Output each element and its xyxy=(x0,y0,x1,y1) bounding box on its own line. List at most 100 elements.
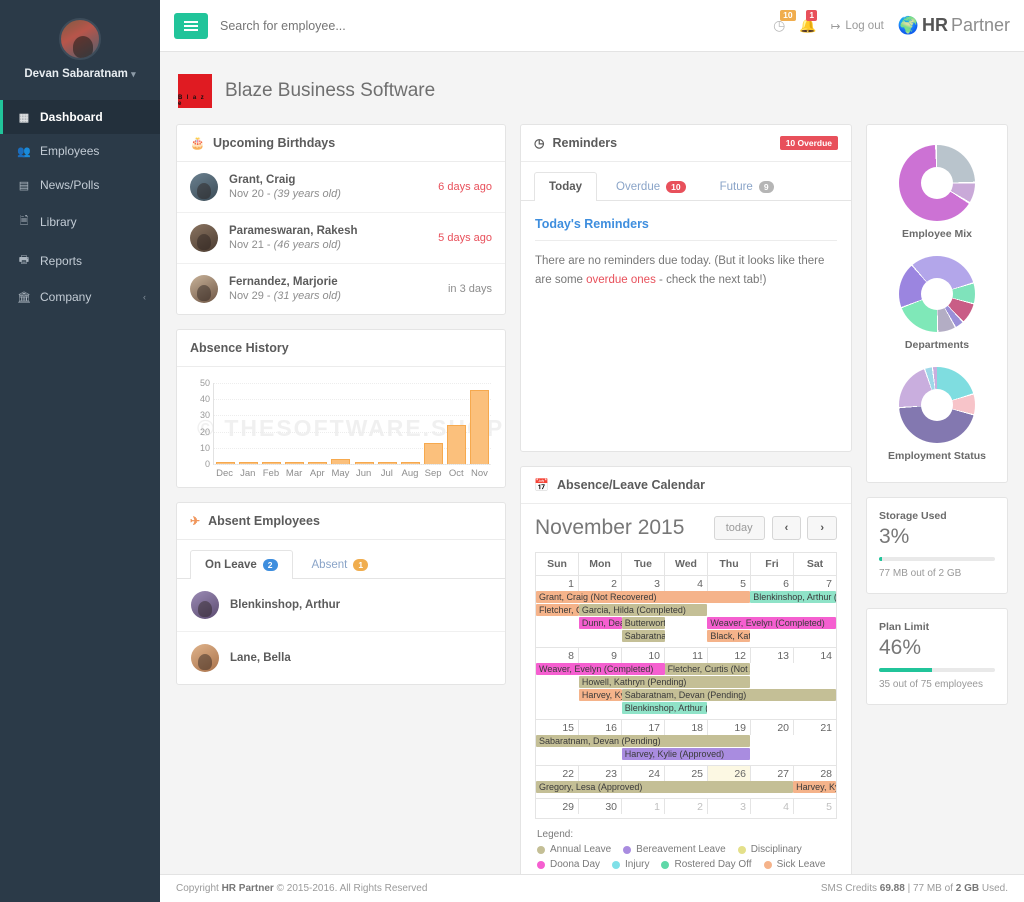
calendar-day-cell[interactable]: 6 xyxy=(751,576,794,591)
calendar-today-button[interactable]: today xyxy=(714,516,765,540)
calendar-day-cell[interactable]: 14 xyxy=(794,648,836,663)
absent-row[interactable]: Blenkinshop, Arthur xyxy=(177,579,505,632)
calendar-day-cell[interactable]: 24 xyxy=(622,766,665,781)
chart-bar[interactable] xyxy=(216,462,235,464)
sidebar-item-reports[interactable]: 🖶Reports xyxy=(0,241,160,280)
calendar-event[interactable]: Howell, Kathryn (Pending) xyxy=(579,676,750,688)
birthday-row[interactable]: Fernandez, MarjorieNov 29 - (31 years ol… xyxy=(177,264,505,314)
calendar-event[interactable]: Harvey, Kylie (Approved) xyxy=(622,748,751,760)
calendar-event[interactable]: Black, Katr xyxy=(707,630,750,642)
tab-future[interactable]: Future9 xyxy=(705,172,789,201)
birthday-row[interactable]: Grant, CraigNov 20 - (39 years old)6 day… xyxy=(177,162,505,213)
calendar-event[interactable]: Butterwort xyxy=(622,617,665,629)
calendar-day-cell[interactable]: 3 xyxy=(622,576,665,591)
calendar-day-cell[interactable]: 28 xyxy=(794,766,836,781)
calendar-event[interactable]: Dunn, Dea xyxy=(579,617,622,629)
calendar-day-cell[interactable]: 23 xyxy=(579,766,622,781)
calendar-event[interactable]: Harvey, Ky xyxy=(579,689,622,701)
calendar-day-cell[interactable]: 7 xyxy=(794,576,836,591)
calendar-event[interactable]: Sabaratnar xyxy=(622,630,665,642)
sidebar-item-library[interactable]: 🗎Library xyxy=(0,202,160,241)
chart-bar[interactable] xyxy=(378,462,397,464)
legend-label: Disciplinary xyxy=(751,844,802,855)
calendar-day-cell[interactable]: 9 xyxy=(579,648,622,663)
calendar-next-button[interactable]: › xyxy=(807,516,837,540)
calendar-day-cell[interactable]: 12 xyxy=(708,648,751,663)
tab-today[interactable]: Today xyxy=(534,172,597,201)
calendar-event[interactable]: Blenkinshop, Arthur (C xyxy=(622,702,708,714)
calendar-day-cell[interactable]: 16 xyxy=(579,720,622,735)
sidebar-item-employees[interactable]: 👥Employees xyxy=(0,134,160,168)
calendar-event[interactable]: Fletcher, C xyxy=(536,604,579,616)
donut-chart[interactable]: Departments xyxy=(867,250,1007,361)
sidebar-item-dashboard[interactable]: ▦Dashboard xyxy=(0,100,160,134)
calendar-event[interactable]: Blenkinshop, Arthur (No xyxy=(750,591,836,603)
calendar-event[interactable]: Grant, Craig (Not Recovered) xyxy=(536,591,750,603)
chart-bar[interactable] xyxy=(308,462,327,464)
search-input[interactable] xyxy=(220,19,761,33)
calendar-event[interactable]: Harvey, Kyl xyxy=(793,781,836,793)
calendar-event[interactable]: Sabaratnam, Devan (Pending) xyxy=(536,735,750,747)
calendar-prev-button[interactable]: ‹ xyxy=(772,516,802,540)
calendar-day-cell[interactable]: 1 xyxy=(536,576,579,591)
calendar-day-cell[interactable]: 29 xyxy=(536,799,579,814)
logout-button[interactable]: ↦ Log out xyxy=(831,19,884,33)
calendar-day-cell[interactable]: 17 xyxy=(622,720,665,735)
calendar-day-cell[interactable]: 22 xyxy=(536,766,579,781)
calendar-day-cell[interactable]: 2 xyxy=(665,799,708,814)
hamburger-icon[interactable] xyxy=(174,13,208,39)
sidebar-item-news-polls[interactable]: ▤News/Polls xyxy=(0,168,160,202)
calendar-day-cell[interactable]: 8 xyxy=(536,648,579,663)
calendar-day-cell[interactable]: 26 xyxy=(708,766,751,781)
chart-bar[interactable] xyxy=(262,462,281,464)
sidebar-profile[interactable]: Devan Sabaratnam ▾ xyxy=(0,0,160,94)
reminders-notification[interactable]: ◷ 10 xyxy=(773,17,785,34)
calendar-day-cell[interactable]: 5 xyxy=(708,576,751,591)
alerts-notification[interactable]: 🔔 1 xyxy=(799,17,816,34)
calendar-event[interactable]: Gregory, Lesa (Approved) xyxy=(536,781,793,793)
calendar-day-cell[interactable]: 3 xyxy=(708,799,751,814)
sidebar-item-company[interactable]: 🏛Company‹ xyxy=(0,280,160,314)
calendar-event[interactable]: Weaver, Evelyn (Completed) xyxy=(707,617,836,629)
calendar-day-cell[interactable]: 27 xyxy=(751,766,794,781)
chart-bar[interactable] xyxy=(239,462,258,464)
tab-absent[interactable]: Absent1 xyxy=(297,550,384,579)
chart-bar[interactable] xyxy=(424,443,443,464)
tab-on-leave[interactable]: On Leave2 xyxy=(190,550,293,579)
calendar-day-cell[interactable]: 19 xyxy=(708,720,751,735)
sidebar-user-name[interactable]: Devan Sabaratnam ▾ xyxy=(0,68,160,80)
calendar-day-cell[interactable]: 4 xyxy=(665,576,708,591)
calendar-day-cell[interactable]: 13 xyxy=(751,648,794,663)
overdue-link[interactable]: overdue ones xyxy=(586,274,656,286)
calendar-event[interactable]: Weaver, Evelyn (Completed) xyxy=(536,663,665,675)
chart-bar[interactable] xyxy=(285,462,304,464)
calendar-day-cell[interactable]: 11 xyxy=(665,648,708,663)
donut-chart[interactable]: Employee Mix xyxy=(867,139,1007,250)
newspaper-icon: ▤ xyxy=(17,179,31,192)
calendar-day-cell[interactable]: 25 xyxy=(665,766,708,781)
people-icon: 👥 xyxy=(17,145,31,158)
chart-bar[interactable] xyxy=(470,390,489,464)
absent-row[interactable]: Lane, Bella xyxy=(177,632,505,684)
calendar-event[interactable]: Sabaratnam, Devan (Pending) xyxy=(622,689,836,701)
calendar-day-cell[interactable]: 21 xyxy=(794,720,836,735)
tab-overdue[interactable]: Overdue10 xyxy=(601,172,701,201)
chart-bar[interactable] xyxy=(401,462,420,464)
calendar-day-cell[interactable]: 1 xyxy=(622,799,665,814)
birthday-row[interactable]: Parameswaran, RakeshNov 21 - (46 years o… xyxy=(177,213,505,264)
calendar-day-cell[interactable]: 30 xyxy=(579,799,622,814)
calendar-day-cell[interactable]: 18 xyxy=(665,720,708,735)
calendar-event[interactable]: Fletcher, Curtis (Not Approved) xyxy=(665,663,751,675)
chart-bar[interactable] xyxy=(331,459,350,464)
calendar-day-cell[interactable]: 20 xyxy=(751,720,794,735)
calendar-event[interactable]: Garcia, Hilda (Completed) xyxy=(579,604,708,616)
calendar-day-cell[interactable]: 5 xyxy=(794,799,836,814)
donut-chart[interactable]: Employment Status xyxy=(867,361,1007,472)
chart-bar[interactable] xyxy=(447,425,466,464)
chart-bar[interactable] xyxy=(355,462,374,464)
calendar-day-cell[interactable]: 4 xyxy=(751,799,794,814)
reminders-title: Reminders xyxy=(552,136,617,150)
calendar-day-cell[interactable]: 10 xyxy=(622,648,665,663)
calendar-day-cell[interactable]: 15 xyxy=(536,720,579,735)
calendar-day-cell[interactable]: 2 xyxy=(579,576,622,591)
